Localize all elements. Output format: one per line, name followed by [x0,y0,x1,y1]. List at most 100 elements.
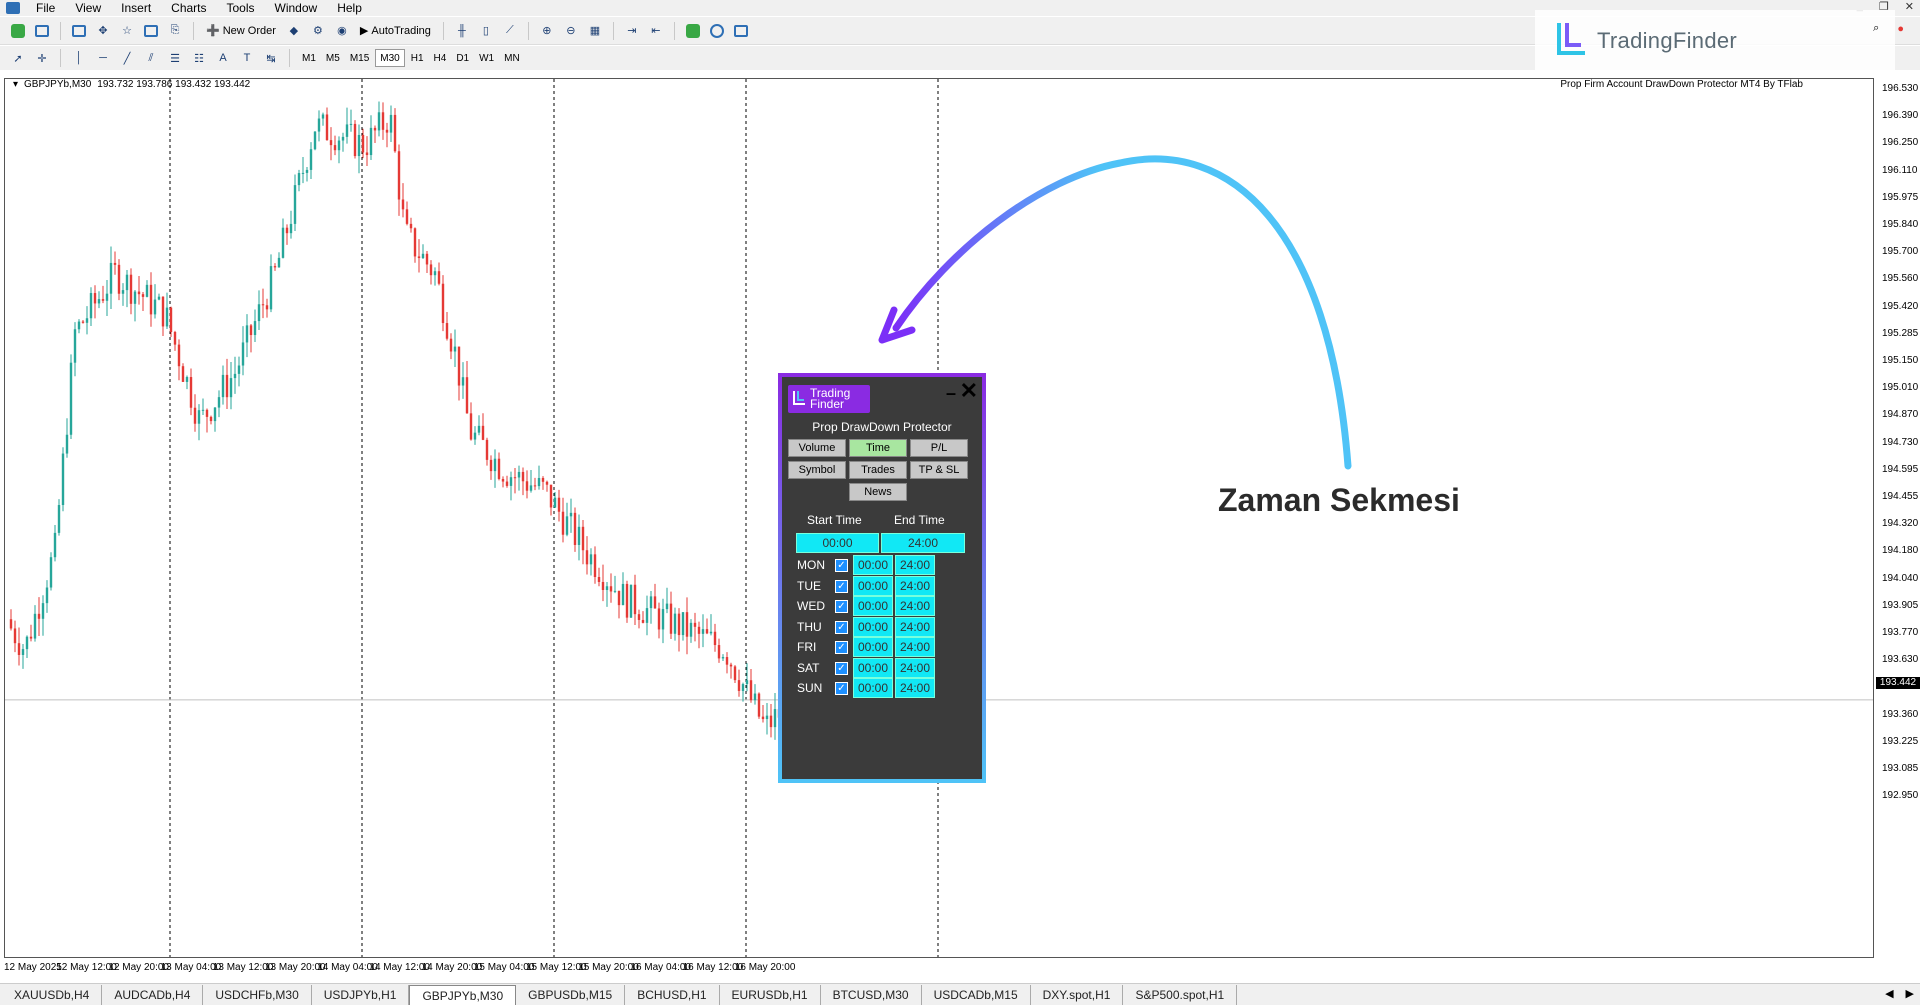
indicators-icon[interactable] [683,21,703,41]
day-end-input-wed[interactable]: 24:00 [895,596,935,616]
day-checkbox-sat[interactable]: ✓ [835,661,848,675]
timeframe-h4[interactable]: H4 [430,49,451,67]
tile-windows-icon[interactable]: ▦ [585,21,605,41]
menu-insert[interactable]: Insert [111,0,161,16]
bar-chart-icon[interactable]: ╫ [452,21,472,41]
symbol-tab[interactable]: S&P500.spot,H1 [1123,985,1238,1005]
horizontal-line-icon[interactable]: ─ [93,48,113,68]
menu-file[interactable]: File [26,0,65,16]
symbol-tab[interactable]: GBPJPYb,M30 [409,985,517,1005]
line-chart-icon[interactable]: ⟋ [500,21,520,41]
collapse-arrow-icon[interactable]: ▾ [13,79,18,90]
text-icon[interactable]: A [213,48,233,68]
day-checkbox-fri[interactable]: ✓ [835,641,848,654]
vertical-line-icon[interactable]: │ [69,48,89,68]
day-start-input-fri[interactable]: 00:00 [853,637,893,657]
day-start-input-sun[interactable]: 00:00 [853,678,893,698]
day-start-input-tue[interactable]: 00:00 [853,575,893,596]
day-end-input-sun[interactable]: 24:00 [895,678,935,698]
panel-minimize-button[interactable]: – [946,383,956,404]
start-time-input[interactable]: 00:00 [796,533,879,553]
chart-shift-icon[interactable]: ⇥ [622,21,642,41]
day-end-input-tue[interactable]: 24:00 [895,575,935,596]
symbol-tab[interactable]: AUDCADb,H4 [102,985,204,1005]
candlestick-icon[interactable]: ▯ [476,21,496,41]
tab-volume[interactable]: Volume [788,439,846,457]
panel-close-button[interactable]: ✕ [960,380,978,402]
day-end-input-sat[interactable]: 24:00 [895,657,935,678]
tab-tp-sl[interactable]: TP & SL [910,461,968,479]
symbol-tab[interactable]: BCHUSD,H1 [625,985,720,1005]
day-start-input-wed[interactable]: 00:00 [853,596,893,616]
fibonacci-icon[interactable]: ☰ [165,48,185,68]
zoom-in-icon[interactable]: ⊕ [537,21,557,41]
symbol-tab[interactable]: USDJPYb,H1 [312,985,410,1005]
timeframe-w1[interactable]: W1 [475,49,498,67]
new-order-button[interactable]: ➕ New Order [202,21,280,41]
day-checkbox-wed[interactable]: ✓ [835,600,848,613]
crosshair-icon[interactable]: ✛ [32,48,52,68]
symbol-tab[interactable]: BTCUSD,M30 [821,985,922,1005]
autoscroll-icon[interactable]: ⇤ [646,21,666,41]
menu-window[interactable]: Window [265,0,328,16]
cursor-icon[interactable]: ➚ [8,48,28,68]
symbol-tab[interactable]: DXY.spot,H1 [1031,985,1124,1005]
tab-symbol[interactable]: Symbol [788,461,846,479]
timeframe-m1[interactable]: M1 [298,49,320,67]
day-checkbox-mon[interactable]: ✓ [835,559,848,572]
zoom-out-icon[interactable]: ⊖ [561,21,581,41]
periods-icon[interactable] [707,21,727,41]
symbol-tab[interactable]: USDCADb,M15 [922,985,1031,1005]
navigator-icon[interactable]: ☆ [117,21,137,41]
metaeditor-icon[interactable]: ◆ [284,21,304,41]
tab-pl[interactable]: P/L [910,439,968,457]
menu-tools[interactable]: Tools [217,0,265,16]
notification-icon[interactable]: ● [1897,23,1904,35]
trendline-icon[interactable]: ╱ [117,48,137,68]
search-icon[interactable]: ⌕ [1873,22,1879,35]
tab-news[interactable]: News [849,483,907,501]
arrows-icon[interactable]: ↹ [261,48,281,68]
tab-time[interactable]: Time [849,439,907,457]
market-watch-icon[interactable] [69,21,89,41]
timeframe-m30[interactable]: M30 [375,49,405,67]
profiles-icon[interactable] [32,21,52,41]
signals-icon[interactable]: ⚙ [308,21,328,41]
day-start-input-sat[interactable]: 00:00 [853,657,893,678]
day-start-input-mon[interactable]: 00:00 [853,555,893,575]
channel-icon[interactable]: ⫽ [141,48,161,68]
end-time-input[interactable]: 24:00 [881,533,965,553]
day-end-input-fri[interactable]: 24:00 [895,637,935,657]
symbol-tab[interactable]: XAUUSDb,H4 [2,985,103,1005]
timeframe-h1[interactable]: H1 [407,49,428,67]
market-icon[interactable]: ◉ [332,21,352,41]
templates-icon[interactable] [731,21,751,41]
menu-charts[interactable]: Charts [161,0,216,16]
tester-icon[interactable]: ⎘ [165,21,185,41]
day-checkbox-tue[interactable]: ✓ [835,579,848,593]
day-checkbox-sun[interactable]: ✓ [835,682,848,695]
data-window-icon[interactable]: ✥ [93,21,113,41]
symbol-tab[interactable]: EURUSDb,H1 [720,985,821,1005]
new-chart-icon[interactable] [8,21,28,41]
timeframe-m5[interactable]: M5 [322,49,344,67]
symbol-tab[interactable]: USDCHFb,M30 [203,985,312,1005]
scroll-right-icon[interactable]: ▶ [1906,987,1914,1000]
menu-help[interactable]: Help [327,0,372,16]
timeframe-mn[interactable]: MN [500,49,524,67]
auto-trading-button[interactable]: ▶ AutoTrading [356,21,435,41]
day-end-input-mon[interactable]: 24:00 [895,555,935,575]
tab-trades[interactable]: Trades [849,461,907,479]
terminal-icon[interactable] [141,21,161,41]
text-label-icon[interactable]: T [237,48,257,68]
day-checkbox-thu[interactable]: ✓ [835,620,848,634]
menu-view[interactable]: View [65,0,111,16]
symbol-tab[interactable]: GBPUSDb,M15 [516,985,626,1005]
timeframe-m15[interactable]: M15 [346,49,373,67]
day-end-input-thu[interactable]: 24:00 [895,616,935,637]
timeframe-d1[interactable]: D1 [452,49,473,67]
fibonacci-fan-icon[interactable]: ☷ [189,48,209,68]
scroll-left-icon[interactable]: ◀ [1885,987,1893,1000]
day-start-input-thu[interactable]: 00:00 [853,616,893,637]
close-window-icon[interactable]: ✕ [1905,0,1914,13]
